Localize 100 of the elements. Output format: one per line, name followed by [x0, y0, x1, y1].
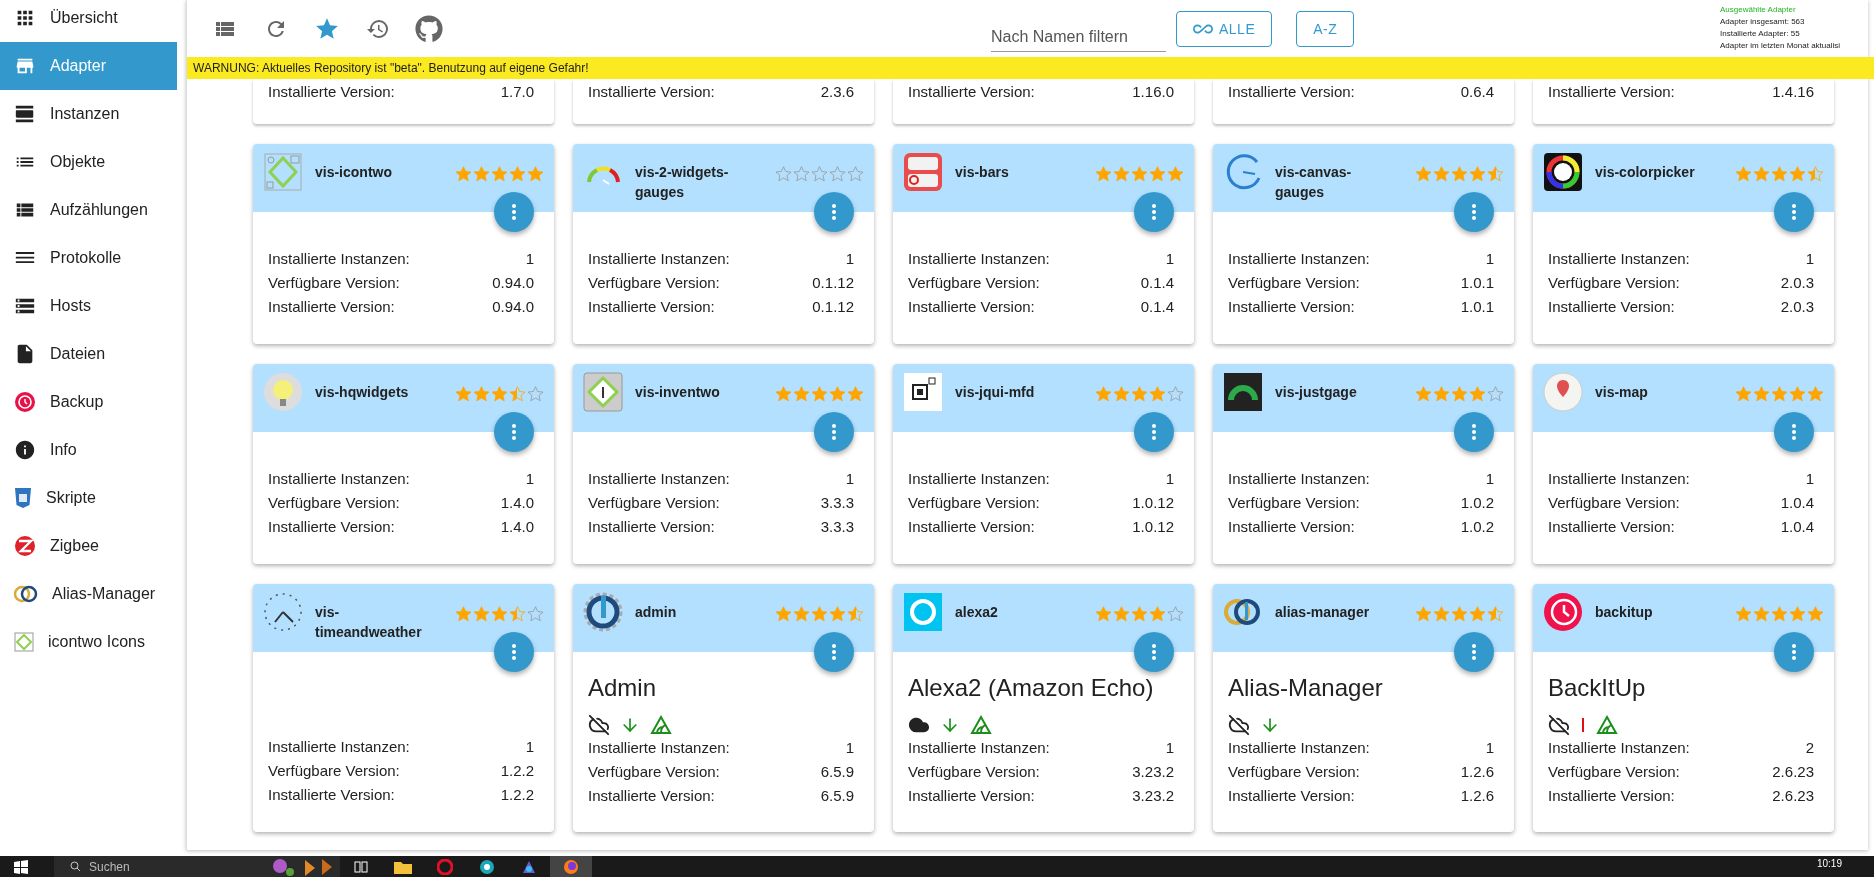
- more-icon: [1152, 644, 1156, 660]
- more-button[interactable]: [814, 192, 854, 232]
- info-value: 3.3.3: [820, 493, 854, 513]
- sidebar-item[interactable]: Instanzen: [0, 90, 177, 138]
- sidebar-item[interactable]: Objekte: [0, 138, 177, 186]
- star-icon: [1415, 606, 1432, 622]
- info-value: 0.1.12: [812, 273, 854, 293]
- sidebar-item[interactable]: Zigbee: [0, 522, 177, 570]
- star-icon: [1113, 166, 1130, 182]
- info-label: Installierte Version:: [588, 786, 715, 806]
- info-value: 1: [1165, 249, 1174, 269]
- info-value: 0.1.12: [812, 297, 854, 317]
- adapter-name: vis-map: [1595, 383, 1649, 402]
- star-icon: [473, 386, 490, 402]
- more-button[interactable]: [1774, 192, 1814, 232]
- info-value: 2.6.23: [1772, 762, 1814, 782]
- info-value: 1: [1485, 738, 1494, 758]
- more-button[interactable]: [494, 192, 534, 232]
- adapter-title: Alexa2 (Amazon Echo): [908, 674, 1154, 702]
- more-icon: [512, 424, 516, 440]
- more-button[interactable]: [494, 632, 534, 672]
- more-button[interactable]: [494, 412, 534, 452]
- info-label: Verfügbare Version:: [268, 761, 400, 781]
- info-label: Installierte Version:: [1228, 82, 1355, 102]
- info-label: Installierte Instanzen:: [908, 738, 1050, 758]
- more-button[interactable]: [1134, 412, 1174, 452]
- star-icon: [1149, 166, 1166, 182]
- info-value: 1: [525, 469, 534, 489]
- adapter-name: vis-icontwo: [315, 163, 393, 182]
- more-icon: [832, 204, 836, 220]
- sidebar-item[interactable]: Alias-Manager: [0, 570, 177, 618]
- more-button[interactable]: [1454, 192, 1494, 232]
- info-value: 1.2.6: [1460, 786, 1494, 806]
- info-value: 1: [525, 737, 534, 757]
- taskbar-search-field[interactable]: Suchen: [54, 856, 260, 877]
- info-value: 2.6.23: [1772, 786, 1814, 806]
- sidebar-item[interactable]: Info: [0, 426, 177, 474]
- sidebar-item[interactable]: Übersicht: [0, 0, 177, 42]
- star-icon: [1487, 166, 1504, 182]
- info-value: 1: [845, 249, 854, 269]
- zigbee-icon: [14, 535, 36, 557]
- more-button[interactable]: [1774, 412, 1814, 452]
- star-icon: [1771, 386, 1788, 402]
- sidebar-item[interactable]: Hosts: [0, 282, 177, 330]
- sidebar-label: Instanzen: [50, 105, 120, 123]
- adapter-name: alexa2: [955, 603, 999, 622]
- more-button[interactable]: [814, 412, 854, 452]
- info-label: Verfügbare Version:: [908, 762, 1040, 782]
- info-value: 6.5.9: [820, 762, 854, 782]
- map-pin-icon: [1543, 372, 1583, 412]
- info-value: 1: [1485, 469, 1494, 489]
- star-icon: [1735, 606, 1752, 622]
- sidebar-item[interactable]: Aufzählungen: [0, 186, 177, 234]
- star-icon: [811, 386, 828, 402]
- sidebar-item[interactable]: Protokolle: [0, 234, 177, 282]
- more-button[interactable]: [1454, 632, 1494, 672]
- info-label: Installierte Version:: [1228, 786, 1355, 806]
- cloud-off-icon: [1548, 714, 1570, 736]
- info-label: Installierte Instanzen:: [588, 249, 730, 269]
- info-value: 1.4.0: [500, 493, 534, 513]
- sidebar-item[interactable]: Skripte: [0, 474, 177, 522]
- sidebar-item[interactable]: Dateien: [0, 330, 177, 378]
- more-icon: [1792, 424, 1796, 440]
- more-icon: [1792, 644, 1796, 660]
- star-icon: [1735, 166, 1752, 182]
- star-icon: [1735, 386, 1752, 402]
- more-button[interactable]: [1454, 412, 1494, 452]
- star-icon: [793, 166, 810, 182]
- info-label: Installierte Instanzen:: [268, 737, 410, 757]
- sidebar-item[interactable]: Backup: [0, 378, 177, 426]
- info-label: Installierte Version:: [588, 517, 715, 537]
- info-label: Verfügbare Version:: [268, 273, 400, 293]
- info-value: 1.4.16: [1772, 82, 1814, 102]
- ring-icon: [903, 592, 943, 632]
- more-button[interactable]: [1774, 632, 1814, 672]
- info-value: 1: [1805, 249, 1814, 269]
- more-button[interactable]: [814, 632, 854, 672]
- star-icon: [1433, 166, 1450, 182]
- cloud-off-icon: [1228, 714, 1250, 736]
- star-icon: [1095, 386, 1112, 402]
- info-value: 1.16.0: [1132, 82, 1174, 102]
- adapter-name: vis-inventwo: [635, 383, 721, 402]
- adapter-name: vis-timeandweather: [315, 603, 423, 642]
- star-icon: [1807, 386, 1824, 402]
- info-label: Installierte Version:: [268, 82, 395, 102]
- star-icon: [1807, 606, 1824, 622]
- star-icon: [455, 166, 472, 182]
- more-button[interactable]: [1134, 632, 1174, 672]
- info-label: Installierte Instanzen:: [588, 738, 730, 758]
- browser-icon[interactable]: [550, 856, 592, 877]
- more-button[interactable]: [1134, 192, 1174, 232]
- widget-panel-icon: [903, 152, 943, 192]
- sidebar-item[interactable]: icontwo Icons: [0, 618, 177, 666]
- info-label: Installierte Version:: [268, 517, 395, 537]
- info-label: Verfügbare Version:: [908, 273, 1040, 293]
- info-value: 0.1.4: [1140, 297, 1174, 317]
- star-icon: [829, 606, 846, 622]
- info-value: 1.0.12: [1132, 493, 1174, 513]
- star-icon: [829, 166, 846, 182]
- star-icon: [509, 386, 526, 402]
